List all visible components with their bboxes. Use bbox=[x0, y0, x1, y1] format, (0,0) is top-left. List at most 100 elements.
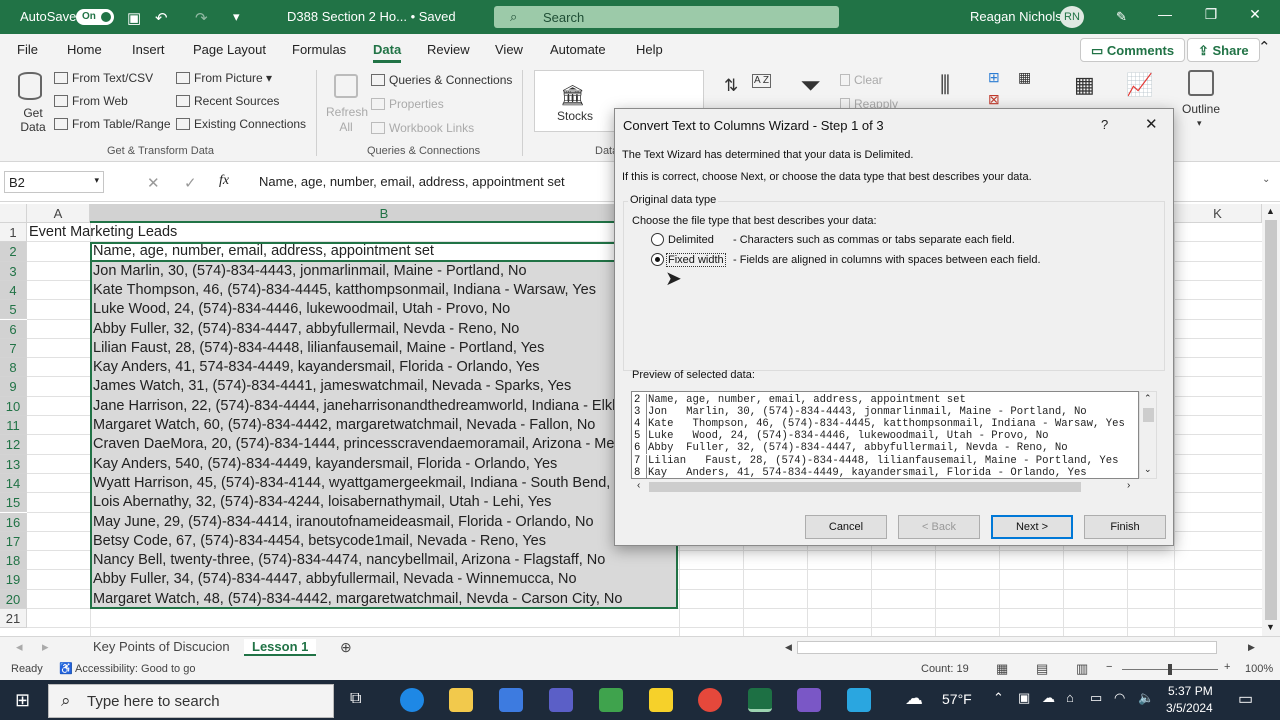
row-header[interactable]: 7 bbox=[0, 338, 27, 359]
row-header[interactable]: 18 bbox=[0, 551, 27, 571]
cell-b6[interactable]: Abby Fuller, 32, (574)-834-4447, abbyful… bbox=[91, 320, 677, 339]
refresh-all-button[interactable]: Refresh All bbox=[326, 105, 368, 135]
mail-icon[interactable] bbox=[847, 688, 871, 712]
row-header[interactable]: 8 bbox=[0, 358, 27, 378]
tab-next-icon[interactable]: ▸ bbox=[42, 639, 49, 655]
menu-insert[interactable]: Insert bbox=[132, 42, 165, 57]
row-header[interactable]: 4 bbox=[0, 280, 27, 301]
cell-b14[interactable]: Wyatt Harrison, 45, (574)-834-4144, wyat… bbox=[91, 474, 677, 493]
finish-button[interactable]: Finish bbox=[1084, 515, 1166, 539]
save-icon[interactable]: ▣ bbox=[127, 9, 141, 27]
row-header[interactable]: 3 bbox=[0, 261, 27, 281]
tray-icon[interactable]: ⌂ bbox=[1066, 690, 1074, 705]
get-data-button[interactable]: Get Data bbox=[20, 106, 46, 134]
zoom-slider-thumb[interactable] bbox=[1168, 664, 1172, 675]
preview-scroll-down-icon[interactable]: ⌄ bbox=[1144, 464, 1152, 475]
outline-button[interactable]: Outline bbox=[1182, 102, 1220, 116]
row-header[interactable]: 5 bbox=[0, 300, 27, 320]
clock-date[interactable]: 3/5/2024 bbox=[1166, 701, 1213, 715]
edge-icon[interactable] bbox=[400, 688, 424, 712]
row-header[interactable]: 11 bbox=[0, 416, 27, 436]
scroll-down-icon[interactable]: ▼ bbox=[1266, 622, 1275, 632]
tray-meet-icon[interactable]: ▣ bbox=[1018, 690, 1030, 706]
row-header[interactable]: 13 bbox=[0, 454, 27, 474]
menu-automate[interactable]: Automate bbox=[550, 42, 606, 57]
excel-icon[interactable] bbox=[748, 688, 772, 712]
vertical-scrollbar[interactable]: ▲ ▼ bbox=[1262, 204, 1280, 636]
minimize-icon[interactable]: — bbox=[1150, 6, 1180, 26]
cell-b7[interactable]: Lilian Faust, 28, (574)-834-4448, lilian… bbox=[91, 339, 677, 358]
cell-b2[interactable]: Name, age, number, email, address, appoi… bbox=[91, 242, 677, 261]
remove-duplicates-icon[interactable]: ⊠ bbox=[988, 91, 1000, 108]
cell-b10[interactable]: Jane Harrison, 22, (574)-834-4444, janeh… bbox=[91, 397, 677, 416]
taskbar-search[interactable]: ⌕ Type here to search bbox=[48, 684, 334, 718]
close-icon[interactable]: ✕ bbox=[1240, 6, 1270, 26]
undo-icon[interactable]: ↶ bbox=[155, 9, 168, 27]
row-header[interactable]: 17 bbox=[0, 531, 27, 552]
wifi-icon[interactable]: ◠ bbox=[1114, 690, 1125, 706]
data-validation-icon[interactable]: ▦ bbox=[1018, 69, 1031, 86]
row-header[interactable]: 10 bbox=[0, 396, 27, 416]
cell-b16[interactable]: May June, 29, (574)-834-4414, iranoutofn… bbox=[91, 513, 677, 532]
row-header[interactable]: 20 bbox=[0, 589, 27, 609]
row-header[interactable]: 16 bbox=[0, 512, 27, 532]
preview-vscroll-thumb[interactable] bbox=[1143, 408, 1154, 422]
accessibility-status[interactable]: Accessibility: Good to go bbox=[75, 663, 195, 675]
cell-b17[interactable]: Betsy Code, 67, (574)-834-4454, betsycod… bbox=[91, 532, 677, 551]
back-button[interactable]: < Back bbox=[898, 515, 980, 539]
zoom-in-icon[interactable]: + bbox=[1224, 661, 1230, 673]
tab-lesson-1[interactable]: Lesson 1 bbox=[244, 639, 317, 656]
preview-hscroll-thumb[interactable] bbox=[649, 482, 1081, 492]
windows-start-icon[interactable]: ⊞ bbox=[15, 690, 30, 711]
name-box[interactable]: B2 ▾ bbox=[4, 171, 104, 193]
preview-scroll-up-icon[interactable]: ⌃ bbox=[1144, 393, 1152, 404]
zoom-out-icon[interactable]: − bbox=[1106, 661, 1112, 673]
clock-time[interactable]: 5:37 PM bbox=[1168, 684, 1213, 698]
row-header[interactable]: 21 bbox=[0, 609, 27, 629]
volume-icon[interactable]: 🔈 bbox=[1138, 690, 1154, 706]
clear-button[interactable]: Clear bbox=[840, 73, 883, 87]
sticky-notes-icon[interactable] bbox=[649, 688, 673, 712]
preview-scroll-left-icon[interactable]: ‹ bbox=[637, 480, 640, 491]
autosave-toggle[interactable]: On bbox=[76, 9, 114, 25]
cell-b11[interactable]: Margaret Watch, 60, (574)-834-4442, marg… bbox=[91, 416, 677, 435]
customize-toolbar-icon[interactable]: ▾ bbox=[233, 9, 240, 25]
page-break-view-icon[interactable]: ▥ bbox=[1076, 661, 1088, 677]
row-header[interactable]: 12 bbox=[0, 435, 27, 455]
row-header[interactable]: 9 bbox=[0, 377, 27, 397]
row-header[interactable]: 14 bbox=[0, 473, 27, 494]
from-web-button[interactable]: From Web bbox=[54, 94, 128, 108]
next-button[interactable]: Next > bbox=[991, 515, 1073, 539]
existing-connections-button[interactable]: Existing Connections bbox=[176, 117, 306, 131]
column-header-b[interactable]: B bbox=[90, 204, 679, 223]
select-all-corner[interactable] bbox=[0, 204, 27, 223]
menu-review[interactable]: Review bbox=[427, 42, 470, 57]
cell-a1[interactable]: Event Marketing Leads bbox=[27, 223, 227, 242]
from-table-range-button[interactable]: From Table/Range bbox=[54, 117, 171, 131]
flash-fill-icon[interactable]: ⊞ bbox=[988, 69, 1000, 86]
comments-button[interactable]: ▭ Comments bbox=[1080, 38, 1186, 62]
restore-icon[interactable]: ❐ bbox=[1196, 6, 1226, 26]
delimited-radio[interactable] bbox=[651, 233, 664, 246]
filter-icon[interactable]: ⏷ bbox=[800, 70, 821, 102]
fixed-width-label[interactable]: Fixed width bbox=[666, 253, 726, 267]
chrome-icon[interactable] bbox=[698, 688, 722, 712]
properties-button[interactable]: Properties bbox=[371, 97, 444, 111]
workbook-links-button[interactable]: Workbook Links bbox=[371, 121, 474, 135]
row-header[interactable]: 6 bbox=[0, 319, 27, 339]
tray-chevron-icon[interactable]: ⌃ bbox=[993, 690, 1004, 706]
scroll-up-icon[interactable]: ▲ bbox=[1266, 206, 1275, 216]
avatar[interactable]: RN bbox=[1060, 6, 1084, 28]
cell-b8[interactable]: Kay Anders, 41, 574-834-4449, kayandersm… bbox=[91, 358, 677, 377]
sort-az-icon[interactable]: A Z bbox=[752, 74, 772, 88]
menu-home[interactable]: Home bbox=[67, 42, 102, 57]
menu-formulas[interactable]: Formulas bbox=[292, 42, 346, 57]
cell-b12[interactable]: Craven DaeMora, 20, (574)-834-1444, prin… bbox=[91, 435, 677, 454]
page-layout-view-icon[interactable]: ▤ bbox=[1036, 661, 1048, 677]
video-editor-icon[interactable] bbox=[797, 688, 821, 712]
preview-pane[interactable]: 2 Name, age, number, email, address, appo… bbox=[631, 391, 1139, 479]
pen-icon[interactable]: ✎ bbox=[1116, 9, 1127, 25]
menu-view[interactable]: View bbox=[495, 42, 523, 57]
text-to-columns-icon[interactable]: ⫼ bbox=[940, 72, 950, 98]
ribbon-collapse-icon[interactable]: ⌃ bbox=[1258, 38, 1271, 56]
